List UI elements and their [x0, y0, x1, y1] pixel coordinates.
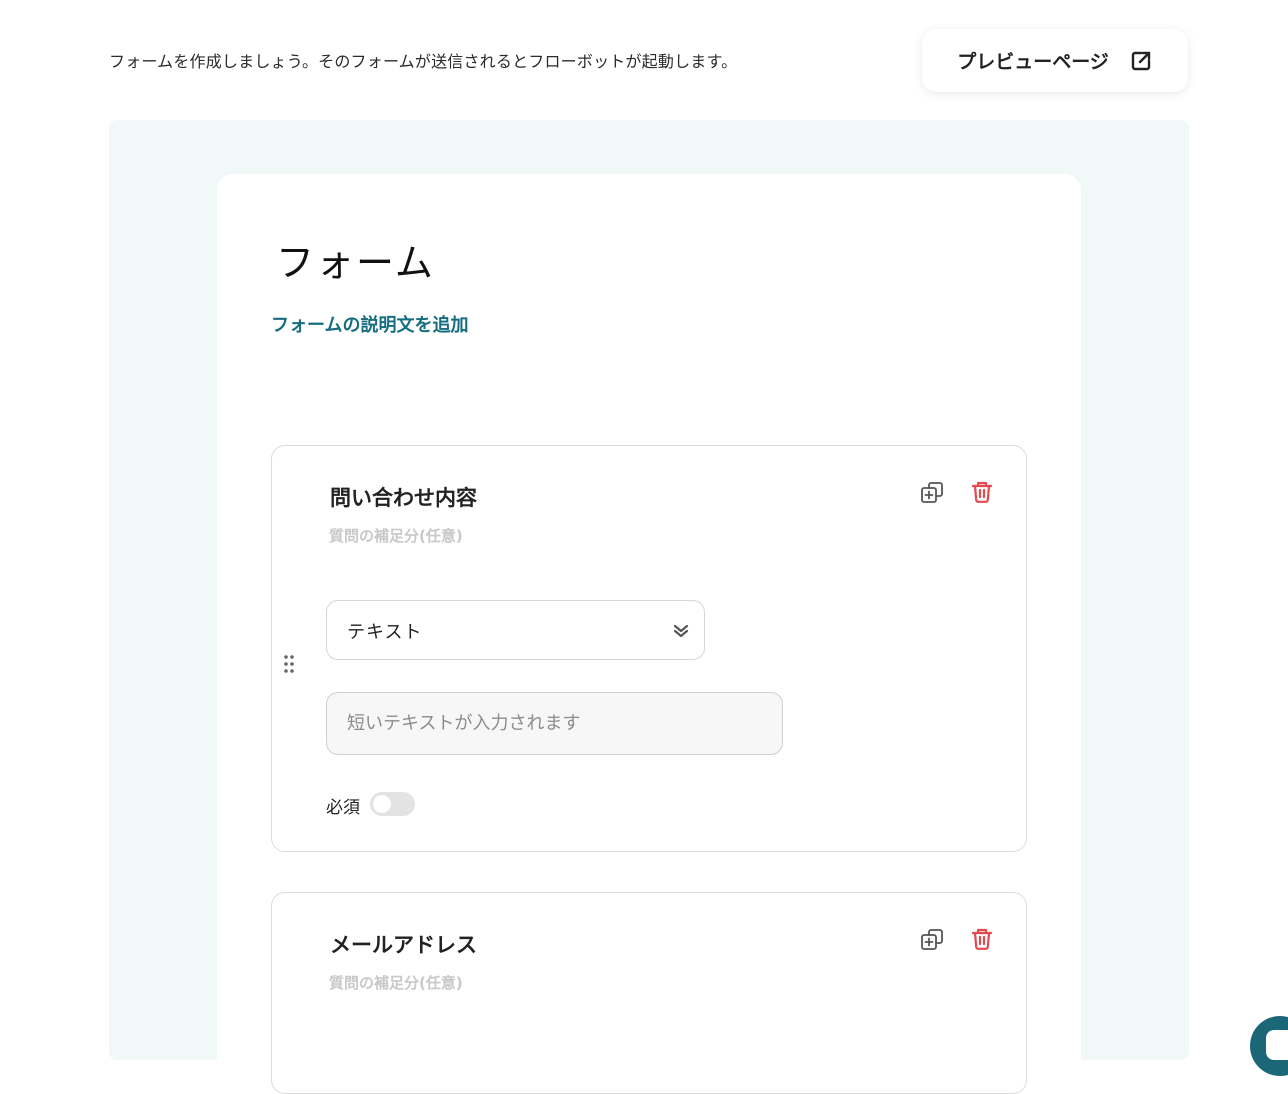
required-toggle[interactable] — [370, 792, 415, 816]
question-type-value: テキスト — [347, 622, 423, 643]
chat-support-button[interactable] — [1250, 1016, 1288, 1076]
question-title[interactable]: 問い合わせ内容 — [330, 482, 477, 512]
duplicate-icon[interactable] — [920, 480, 946, 506]
question-card: 問い合わせ内容 質問の補足分(任意) テキスト 必須 — [271, 445, 1027, 852]
preview-button-label: プレビューページ — [957, 51, 1109, 73]
chat-icon — [1266, 1030, 1288, 1060]
external-link-icon — [1131, 51, 1151, 70]
form-title[interactable]: フォーム — [276, 232, 435, 287]
chevron-down-icon — [673, 624, 689, 638]
delete-icon[interactable] — [969, 479, 995, 505]
answer-preview-input[interactable] — [326, 692, 783, 755]
intro-text: フォームを作成しましょう。そのフォームが送信されるとフローボットが起動します。 — [109, 52, 738, 71]
question-card: メールアドレス 質問の補足分(任意) — [271, 892, 1027, 1094]
add-form-description-link[interactable]: フォームの説明文を追加 — [271, 311, 468, 337]
drag-handle-icon[interactable] — [282, 653, 296, 675]
toggle-knob — [373, 795, 391, 813]
duplicate-icon[interactable] — [920, 927, 946, 953]
question-subtitle[interactable]: 質問の補足分(任意) — [329, 525, 463, 546]
question-type-select[interactable]: テキスト — [326, 600, 705, 660]
question-title[interactable]: メールアドレス — [330, 929, 477, 959]
question-subtitle[interactable]: 質問の補足分(任意) — [329, 972, 463, 993]
required-label: 必須 — [326, 798, 360, 818]
delete-icon[interactable] — [969, 926, 995, 952]
preview-page-button[interactable]: プレビューページ — [922, 29, 1188, 92]
